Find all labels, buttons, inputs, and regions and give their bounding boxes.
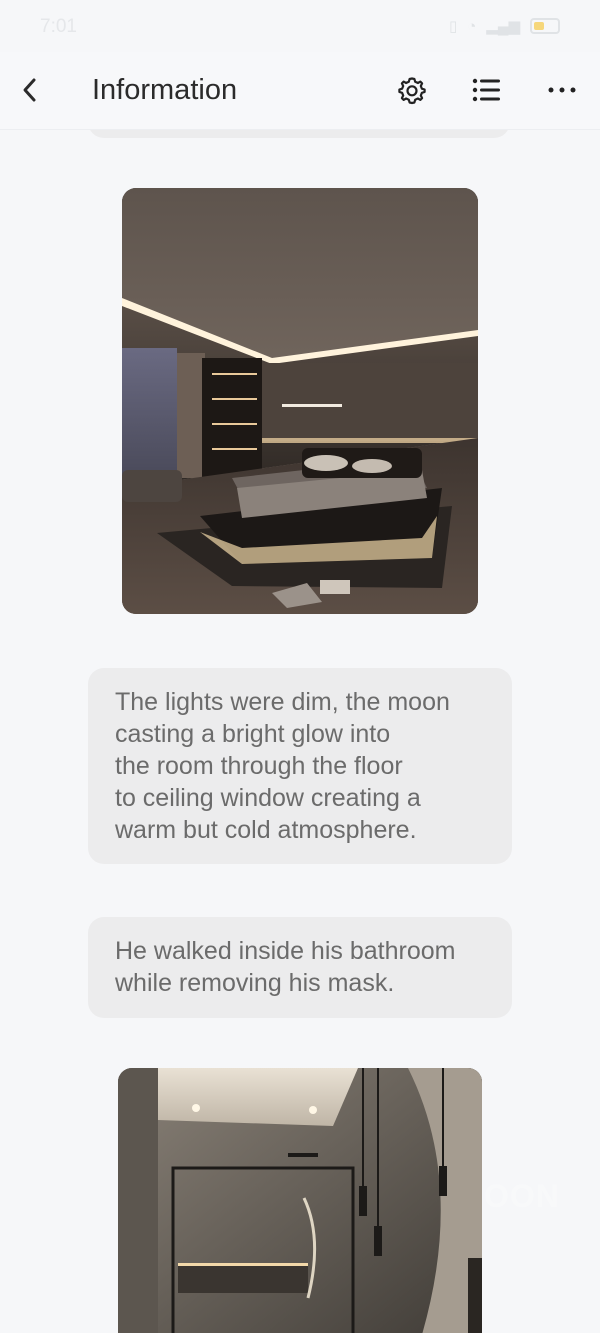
status-icons: ▯ ◔ ▂▄▆ bbox=[449, 17, 560, 35]
vibrate-icon: ▯ bbox=[448, 18, 458, 35]
chat-content[interactable]: The lights were dim, the moon casting a … bbox=[0, 130, 600, 1333]
page-title: Information bbox=[92, 74, 238, 106]
list-icon bbox=[472, 78, 500, 102]
story-line: while removing his mask. bbox=[115, 969, 395, 997]
story-line: warm but cold atmosphere. bbox=[115, 816, 417, 844]
bedroom-illustration bbox=[122, 188, 478, 614]
story-text-bubble: The lights were dim, the moon casting a … bbox=[88, 668, 512, 864]
more-icon bbox=[548, 87, 576, 93]
status-bar: 7:01 ▯ ◔ ▂▄▆ bbox=[0, 0, 600, 52]
bedroom-image[interactable] bbox=[122, 188, 478, 614]
back-arrow-icon bbox=[23, 78, 36, 102]
status-time: 7:01 bbox=[40, 16, 77, 37]
previous-bubble bbox=[88, 130, 510, 138]
settings-button[interactable] bbox=[392, 70, 432, 110]
story-text-bubble: He walked inside his bathroom while remo… bbox=[88, 917, 512, 1018]
battery-icon bbox=[530, 18, 560, 34]
watermark-logo: OON bbox=[484, 1178, 560, 1214]
signal-icon: ▂▄▆ bbox=[486, 18, 520, 35]
more-button[interactable] bbox=[542, 70, 582, 110]
chapter-list-button[interactable] bbox=[467, 70, 507, 110]
back-button[interactable] bbox=[10, 68, 50, 112]
settings-icon bbox=[398, 77, 426, 105]
app-bar: Information bbox=[0, 52, 600, 130]
story-line: The lights were dim, the moon bbox=[115, 688, 450, 716]
story-line: casting a bright glow into bbox=[115, 720, 391, 748]
story-line: He walked inside his bathroom bbox=[115, 937, 456, 965]
bathroom-illustration bbox=[118, 1068, 482, 1333]
alarm-icon: ◔ bbox=[467, 17, 477, 35]
story-line: to ceiling window creating a bbox=[115, 784, 421, 812]
story-line: the room through the floor bbox=[115, 752, 403, 780]
bathroom-image[interactable] bbox=[118, 1068, 482, 1333]
